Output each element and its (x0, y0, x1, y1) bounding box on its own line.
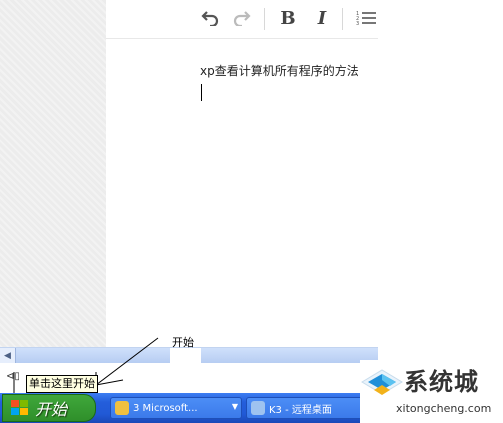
taskbar: 开始 3 Microsoft... ▼ K3 - 远程桌面 (0, 393, 378, 423)
taskbar-item-label: 3 Microsoft... (133, 402, 198, 414)
taskbar-item-remote-desktop[interactable]: K3 - 远程桌面 (246, 397, 378, 419)
taskbar-item-microsoft[interactable]: 3 Microsoft... ▼ (110, 397, 242, 419)
outlook-icon (115, 401, 129, 415)
chevron-down-icon: ▼ (231, 402, 238, 411)
watermark: 系统城 xitongcheng.com (360, 360, 503, 423)
site-logo-icon (361, 369, 403, 395)
taskbar-item-label: K3 - 远程桌面 (269, 404, 332, 416)
watermark-url: xitongcheng.com (396, 402, 492, 415)
start-tooltip: 单击这里开始 (26, 375, 98, 393)
watermark-title: 系统城 (404, 368, 479, 396)
windows-logo-icon (11, 400, 29, 416)
start-button[interactable]: 开始 (2, 394, 96, 422)
annotation-label: 开始 (172, 336, 194, 349)
start-button-label: 开始 (35, 400, 68, 419)
remote-desktop-icon (251, 401, 265, 415)
